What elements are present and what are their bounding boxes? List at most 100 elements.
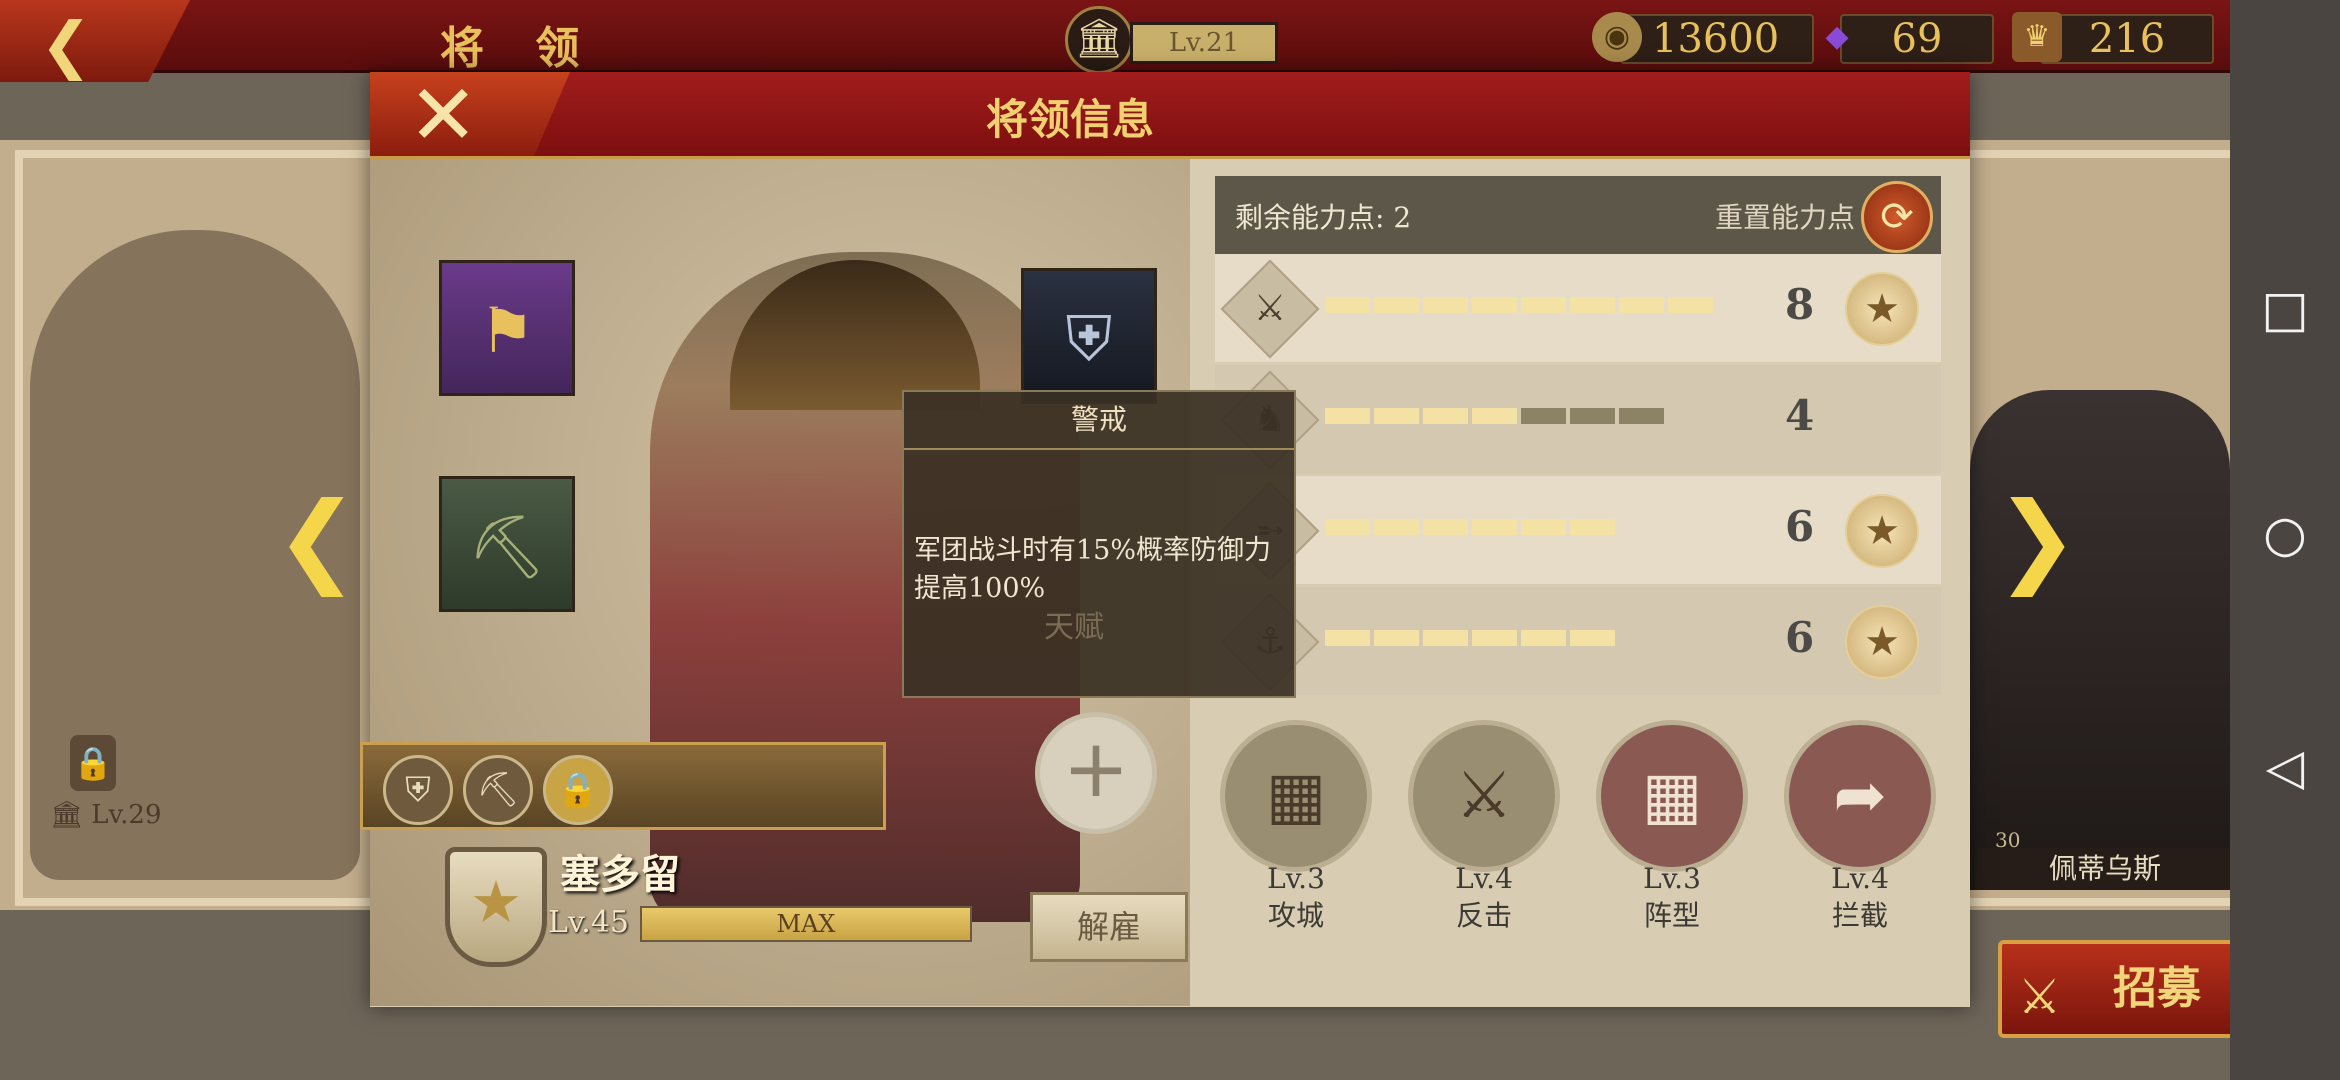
stat-segment	[1521, 630, 1566, 646]
stat-segment	[1423, 630, 1468, 646]
page-title: 将 领	[440, 23, 598, 74]
stat-row[interactable]: ➵6★	[1215, 476, 1941, 584]
building-level: Lv.21	[1130, 22, 1278, 64]
stat-segment	[1472, 297, 1517, 313]
ability-level: Lv.3	[1643, 862, 1701, 895]
skill-slots-bar: ⛨ ⛏ 🔒	[360, 742, 886, 830]
coins-counter: ◉ 13600	[1592, 12, 1814, 64]
banner-icon: ⚑	[479, 294, 535, 367]
stat-segment	[1619, 408, 1664, 424]
recents-square-icon[interactable]: □	[2230, 280, 2340, 338]
stat-value: 6	[1785, 613, 1815, 662]
home-circle-icon[interactable]: ○	[2230, 505, 2340, 563]
stat-points-header: 剩余能力点: 2 重置能力点 ⟳	[1215, 176, 1941, 254]
next-hero-portrait[interactable]	[1970, 390, 2230, 890]
stat-value: 8	[1785, 280, 1815, 329]
recruit-button[interactable]: ⚔ 招募	[1998, 940, 2256, 1038]
reset-points-button[interactable]: ⟳	[1861, 181, 1933, 253]
dialog-header: 将领信息	[370, 72, 1970, 159]
laurel-star-badge-icon: ★	[1845, 272, 1919, 346]
exp-bar: MAX	[640, 906, 972, 942]
stat-value: 4	[1785, 391, 1815, 440]
close-icon: ✕	[408, 66, 479, 164]
shield-equip-slot[interactable]: ⛨	[1021, 268, 1157, 404]
stat-segment	[1472, 630, 1517, 646]
next-hero-chevron-icon[interactable]: ❯	[1995, 480, 2079, 597]
stat-segment	[1472, 408, 1517, 424]
building-icon: 🏛	[1065, 6, 1133, 74]
ability-name: 拦截	[1831, 899, 1888, 932]
stat-segment	[1325, 408, 1370, 424]
reset-points-label: 重置能力点	[1715, 201, 1856, 234]
stat-segment	[1521, 297, 1566, 313]
talent-tooltip: 警戒 天赋 军团战斗时有15%概率防御力提高100%	[902, 390, 1296, 698]
lock-icon[interactable]: 🔒	[543, 755, 613, 825]
stat-segment	[1668, 297, 1713, 313]
stat-segment	[1619, 297, 1664, 313]
siege-ability-icon[interactable]: ▦	[1220, 720, 1372, 872]
laurel-star-badge-icon: ★	[1845, 605, 1919, 679]
banner-equip-slot[interactable]: ⚑	[439, 260, 575, 396]
next-hero-name: 佩蒂乌斯	[1975, 848, 2235, 890]
stat-segment	[1570, 630, 1615, 646]
remaining-points: 剩余能力点: 2	[1235, 201, 1412, 234]
stat-segment	[1325, 519, 1370, 535]
stat-progress-bar	[1325, 519, 1615, 535]
stat-progress-bar	[1325, 408, 1664, 424]
rank-star-icon: ★	[445, 847, 547, 967]
hero-info-dialog: 将领信息 ✕ ⚑ ⛏ ⛨ ⛨ ⛏ 🔒 + ★ 塞多留 Lv.45 MAX 解雇 …	[360, 72, 1970, 1007]
stat-value: 6	[1785, 502, 1815, 551]
shield-icon: ⛨	[1065, 302, 1113, 375]
back-triangle-icon[interactable]: ◁	[2230, 738, 2340, 796]
stat-segment	[1374, 519, 1419, 535]
dialog-title: 将领信息	[985, 95, 1154, 144]
ability-level: Lv.3	[1267, 862, 1325, 895]
ability-name: 反击	[1455, 899, 1512, 932]
spqr-icon: ♛	[2012, 12, 2062, 62]
tooltip-watermark: 天赋	[1044, 610, 1104, 645]
hero-name: 塞多留	[560, 851, 680, 898]
stat-segment	[1374, 408, 1419, 424]
stat-segment	[1472, 519, 1517, 535]
gems-counter: ◆ 69	[1825, 14, 1994, 64]
intercept-ability-icon[interactable]: ➦	[1784, 720, 1936, 872]
prev-hero-chevron-icon[interactable]: ❮	[275, 480, 359, 597]
dismiss-button[interactable]: 解雇	[1030, 892, 1188, 962]
stat-segment	[1374, 297, 1419, 313]
lock-icon: 🔒	[70, 735, 116, 791]
sword-icon: ⚔	[1220, 259, 1320, 359]
gem-icon: ◆	[1825, 19, 1849, 54]
locked-hero-level: 🏛 Lv.29	[50, 800, 162, 830]
stat-segment	[1423, 297, 1468, 313]
counterattack-ability-icon[interactable]: ⚔	[1408, 720, 1560, 872]
stat-row[interactable]: ⚔ 8 ★	[1215, 254, 1941, 362]
stat-segment	[1325, 630, 1370, 646]
stat-segment	[1570, 408, 1615, 424]
stat-segment	[1570, 297, 1615, 313]
back-arrow-icon: ❮	[40, 8, 92, 81]
tooltip-description: 军团战斗时有15%概率防御力提高100%	[914, 535, 1272, 604]
formation-ability-icon[interactable]: ▦	[1596, 720, 1748, 872]
shield-skill-icon[interactable]: ⛨	[383, 755, 453, 825]
stat-progress-bar	[1325, 297, 1713, 313]
tokens-counter: ♛ 216	[2012, 12, 2214, 64]
add-skill-button[interactable]: +	[1035, 712, 1157, 834]
armor-skill-icon[interactable]: ⛏	[463, 755, 533, 825]
stat-progress-bar	[1325, 630, 1615, 646]
gems-value: 69	[1891, 16, 1943, 62]
stat-segment	[1423, 519, 1468, 535]
coins-value: 13600	[1652, 16, 1780, 62]
stat-segment	[1423, 408, 1468, 424]
tooltip-title: 警戒	[904, 392, 1294, 450]
stat-segment	[1521, 519, 1566, 535]
stat-row[interactable]: ♞4	[1215, 365, 1941, 473]
coin-icon: ◉	[1592, 12, 1642, 62]
stat-segment	[1521, 408, 1566, 424]
helmet-plus-icon: ⚔	[2018, 969, 2062, 1025]
stat-segment	[1374, 630, 1419, 646]
armor-equip-slot[interactable]: ⛏	[439, 476, 575, 612]
tokens-value: 216	[2088, 16, 2166, 62]
ability-level: Lv.4	[1831, 862, 1889, 895]
stat-row[interactable]: ⚓6★	[1215, 587, 1941, 695]
ability-name: 阵型	[1643, 899, 1700, 932]
